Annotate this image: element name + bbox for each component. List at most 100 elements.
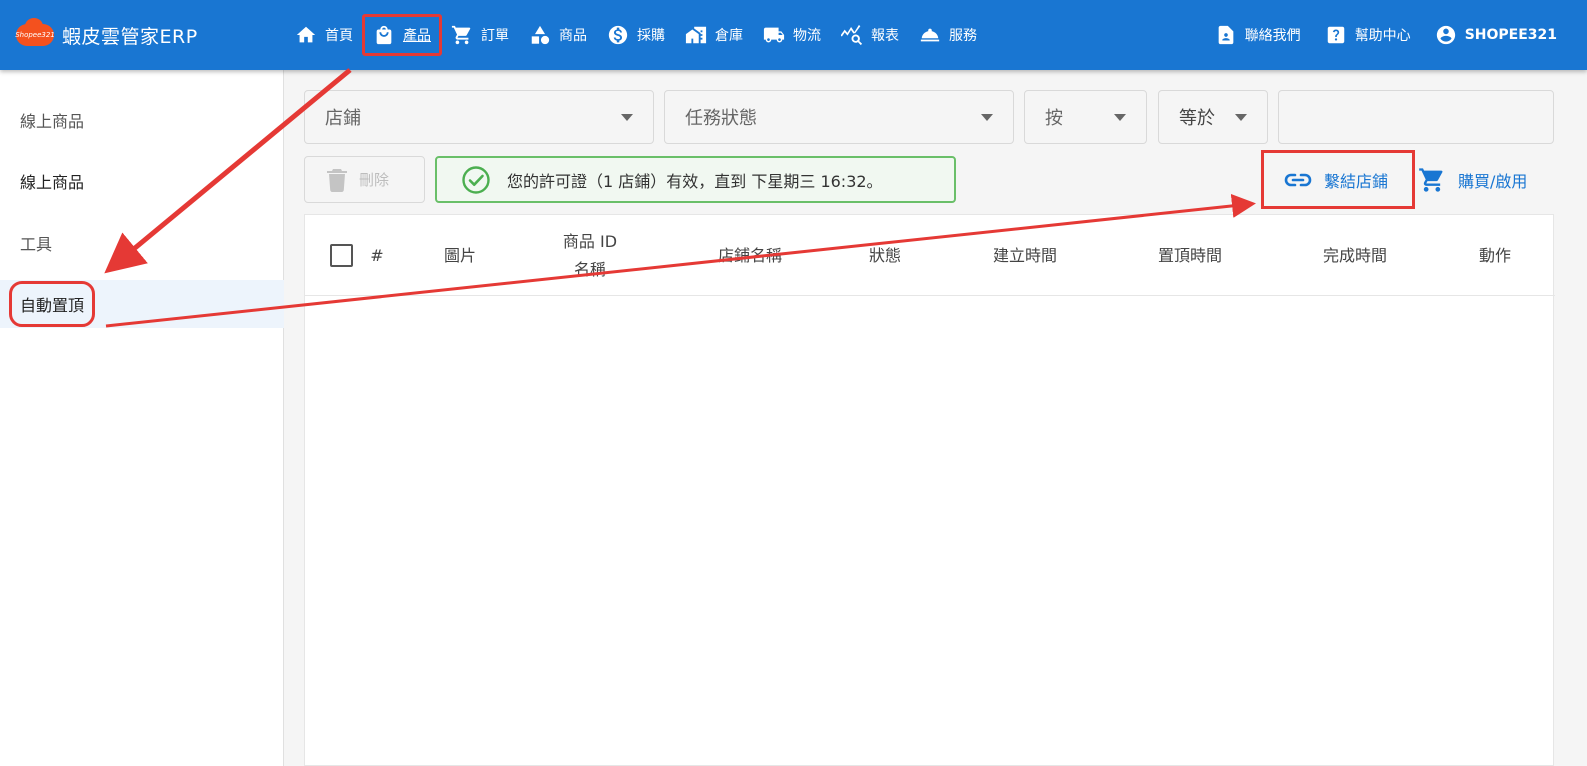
table-header: # 圖片 商品 ID 名稱 店鋪名稱 狀態 建立時間 置頂時間 完成時間 動作 — [305, 215, 1555, 296]
check-circle-icon — [462, 165, 490, 194]
task-status-select-value: 任務狀態 — [685, 108, 757, 129]
nav-reports[interactable]: 報表 — [831, 15, 909, 55]
nav-label: 服務 — [949, 28, 977, 44]
table-body — [305, 297, 1553, 765]
sidebar-item-tools[interactable]: 工具 — [0, 219, 284, 267]
nav-home[interactable]: 首頁 — [285, 15, 363, 55]
logo-text: Shopee321 — [15, 31, 55, 39]
column-shop-name-label: 店鋪名稱 — [717, 245, 782, 265]
sidebar: 線上商品 線上商品 工具 自動置頂 — [0, 70, 284, 766]
app-title: 蝦皮雲管家ERP — [62, 25, 198, 48]
chevron-down-icon — [621, 114, 633, 121]
help-link[interactable]: 幫助中心 — [1315, 15, 1421, 55]
link-icon — [1284, 173, 1312, 186]
column-status-label: 狀態 — [868, 245, 901, 265]
column-pinned-label: 置頂時間 — [1157, 245, 1222, 265]
task-status-select[interactable]: 任務狀態 — [664, 90, 1014, 144]
nav-label: 採購 — [637, 28, 665, 44]
nav-label: 報表 — [871, 28, 899, 44]
search-value-input[interactable] — [1278, 90, 1554, 144]
nav-label: 訂單 — [481, 28, 509, 44]
nav-label: 物流 — [793, 28, 821, 44]
column-index-label: # — [370, 245, 384, 265]
top-bar: Shopee321 蝦皮雲管家ERP 首頁 產品 訂單 商品 採購 倉庫 物流 … — [0, 0, 1587, 70]
auto-pin-table: # 圖片 商品 ID 名稱 店鋪名稱 狀態 建立時間 置頂時間 完成時間 動作 — [304, 214, 1555, 766]
chart-search-icon — [841, 25, 863, 46]
truck-icon — [763, 27, 785, 43]
shapes-icon — [531, 25, 550, 45]
shop-select-value: 店鋪 — [325, 108, 361, 129]
shop-select[interactable]: 店鋪 — [304, 90, 654, 144]
main-nav: 首頁 產品 訂單 商品 採購 倉庫 物流 報表 服務 — [285, 0, 987, 70]
user-menu[interactable]: SHOPEE321 — [1425, 15, 1567, 55]
column-image[interactable]: 圖片 — [425, 215, 495, 296]
nav-products[interactable]: 產品 — [362, 14, 442, 56]
warehouse-icon — [685, 26, 707, 44]
chevron-down-icon — [1114, 114, 1126, 121]
nav-purchase[interactable]: 採購 — [597, 15, 675, 55]
chevron-down-icon — [1235, 114, 1247, 121]
contact-link[interactable]: 聯絡我們 — [1205, 15, 1311, 55]
select-all-checkbox[interactable] — [330, 244, 353, 267]
nav-label: 商品 — [559, 28, 587, 44]
operator-select[interactable]: 等於 — [1158, 90, 1268, 144]
chevron-down-icon — [981, 114, 993, 121]
column-image-label: 圖片 — [443, 245, 476, 265]
contact-label: 聯絡我們 — [1244, 28, 1301, 44]
sidebar-item-auto-pin[interactable]: 自動置頂 — [0, 280, 284, 328]
help-label: 幫助中心 — [1354, 28, 1411, 44]
column-completed-time[interactable]: 完成時間 — [1305, 215, 1405, 296]
link-shop-button[interactable]: 繫結店鋪 — [1261, 150, 1415, 209]
column-created-label: 建立時間 — [992, 245, 1057, 265]
sidebar-item-label: 工具 — [20, 235, 53, 254]
sidebar-item-online-products-2[interactable]: 線上商品 — [0, 157, 284, 205]
column-action-label: 動作 — [1478, 245, 1511, 265]
column-shop-name[interactable]: 店鋪名稱 — [695, 215, 805, 296]
help-icon — [1327, 26, 1344, 44]
search-field-select-value: 按 — [1045, 108, 1063, 129]
sidebar-item-online-products[interactable]: 線上商品 — [0, 96, 284, 144]
column-completed-label: 完成時間 — [1322, 245, 1387, 265]
home-icon — [296, 26, 316, 43]
column-created-time[interactable]: 建立時間 — [975, 215, 1075, 296]
brand[interactable]: Shopee321 蝦皮雲管家ERP — [15, 18, 198, 48]
nav-services[interactable]: 服務 — [909, 15, 987, 55]
service-bell-icon — [920, 28, 940, 42]
column-status[interactable]: 狀態 — [850, 215, 920, 296]
column-product-id-name[interactable]: 商品 ID 名稱 — [535, 215, 645, 296]
contact-doc-icon — [1218, 25, 1234, 45]
sidebar-item-label: 線上商品 — [20, 112, 85, 131]
column-product-id-label: 商品 ID — [562, 231, 618, 251]
nav-label: 首頁 — [325, 28, 353, 44]
delete-button-label: 刪除 — [359, 171, 390, 189]
sidebar-item-label: 自動置頂 — [8, 281, 96, 327]
column-pinned-time[interactable]: 置頂時間 — [1140, 215, 1240, 296]
buy-activate-label: 購買/啟用 — [1458, 172, 1528, 191]
trash-icon — [327, 168, 347, 192]
nav-goods[interactable]: 商品 — [519, 15, 597, 55]
license-text: 您的許可證（1 店鋪）有效，直到 下星期三 16:32。 — [507, 171, 883, 191]
column-product-name-label: 名稱 — [573, 259, 606, 279]
search-field-select[interactable]: 按 — [1024, 90, 1147, 144]
delete-button[interactable]: 刪除 — [304, 156, 425, 203]
dollar-icon — [608, 25, 628, 45]
nav-label: 倉庫 — [715, 28, 743, 44]
user-name: SHOPEE321 — [1464, 27, 1557, 43]
nav-orders[interactable]: 訂單 — [441, 15, 519, 55]
nav-right: 聯絡我們 幫助中心 SHOPEE321 — [1205, 0, 1567, 70]
nav-label: 產品 — [403, 28, 431, 44]
license-notice: 您的許可證（1 店鋪）有效，直到 下星期三 16:32。 — [435, 156, 956, 203]
sidebar-item-label: 線上商品 — [20, 173, 85, 192]
cart-icon — [1419, 168, 1443, 192]
column-index[interactable]: # — [367, 215, 387, 296]
operator-select-value: 等於 — [1179, 108, 1215, 129]
cloud-logo-icon: Shopee321 — [15, 18, 55, 46]
shopping-bag-icon — [376, 25, 392, 45]
cart-icon — [451, 25, 471, 45]
account-circle-icon — [1436, 25, 1455, 45]
nav-logistics[interactable]: 物流 — [753, 15, 831, 55]
column-action[interactable]: 動作 — [1465, 215, 1525, 296]
buy-activate-button[interactable]: 購買/啟用 — [1418, 160, 1527, 200]
nav-warehouse[interactable]: 倉庫 — [675, 15, 753, 55]
link-shop-label: 繫結店鋪 — [1324, 171, 1389, 191]
